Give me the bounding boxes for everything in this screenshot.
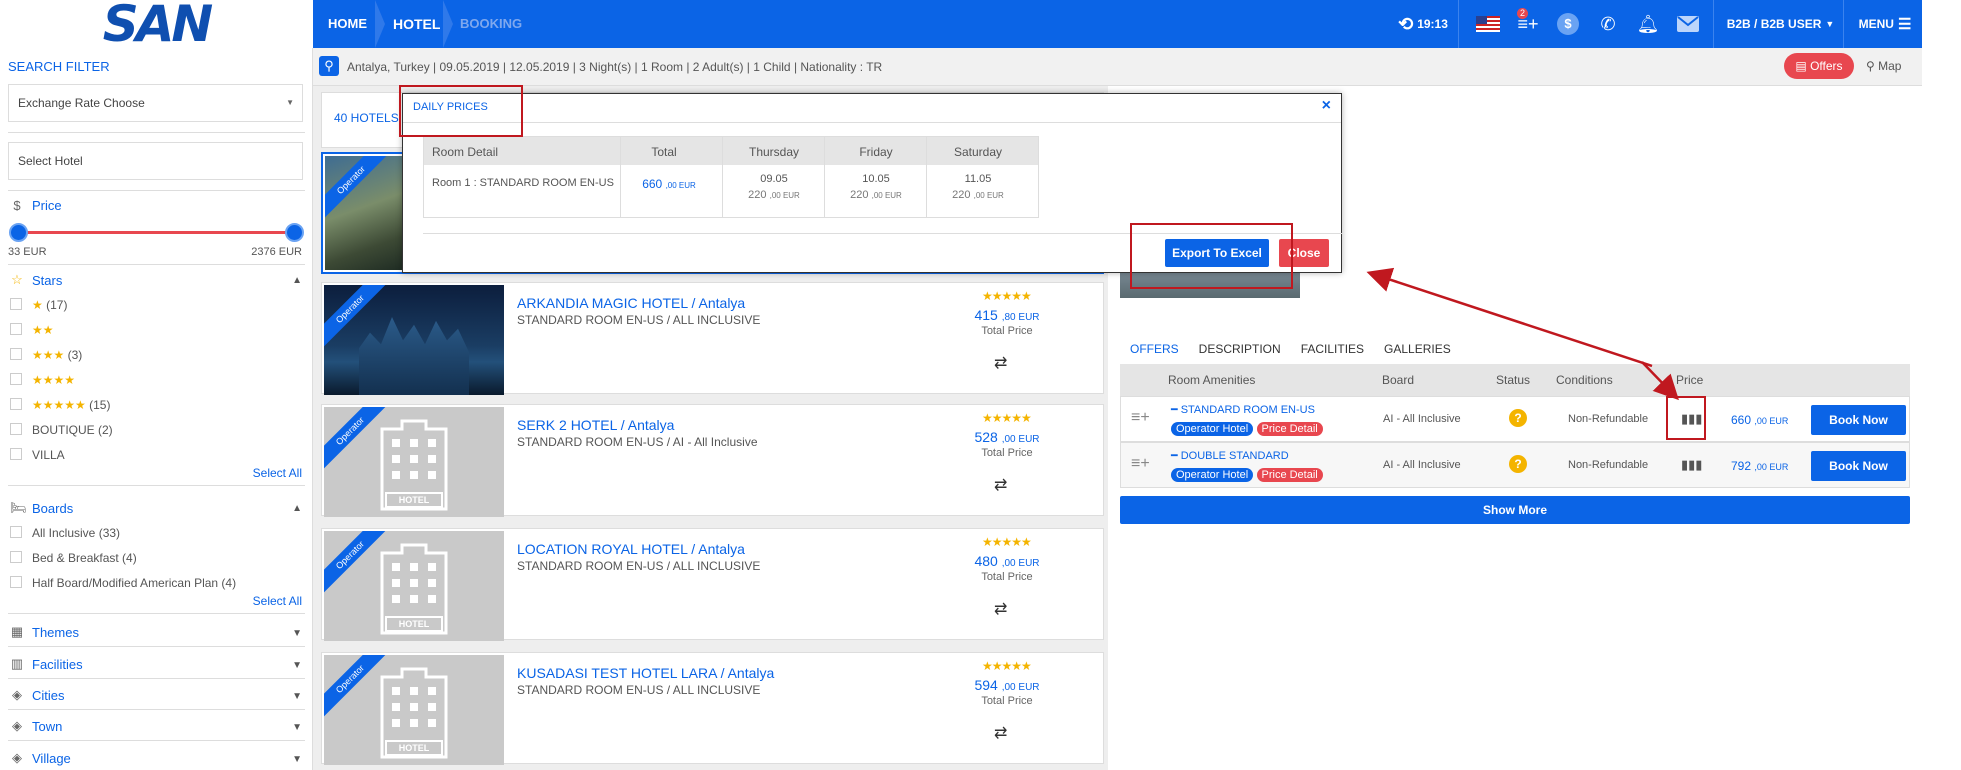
annotation-arrows — [1366, 267, 1679, 401]
